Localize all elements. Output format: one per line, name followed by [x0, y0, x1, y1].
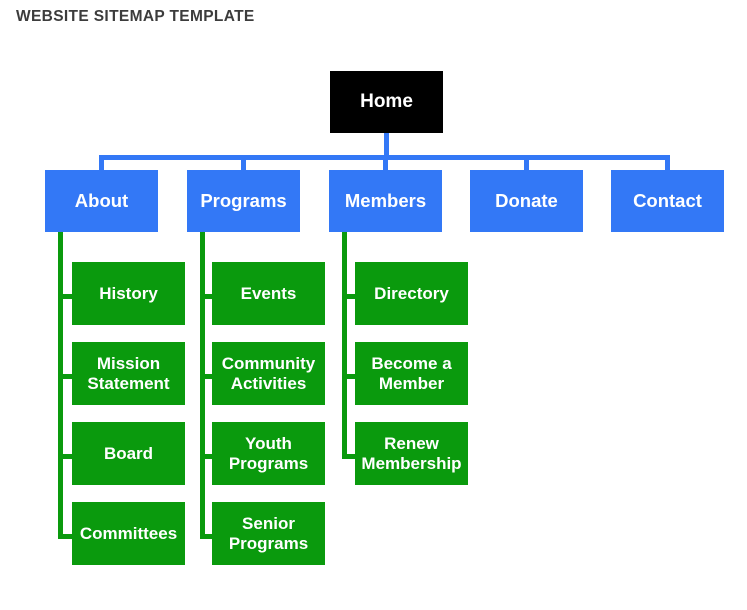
connector-drop-about — [99, 155, 104, 170]
sitemap-node-label: Mission Statement — [87, 354, 170, 393]
connector-spine-programs — [200, 232, 205, 539]
connector-stub-senior-programs — [200, 534, 212, 539]
connector-drop-programs — [241, 155, 246, 170]
sitemap-node-label: Programs — [200, 189, 287, 211]
connector-stub-committees — [58, 534, 72, 539]
sitemap-node-become-a-member[interactable]: Become a Member — [355, 342, 468, 405]
sitemap-node-label: Events — [240, 283, 297, 303]
connector-stub-events — [200, 294, 212, 299]
connector-stub-community-activities — [200, 374, 212, 379]
sitemap-node-label: Senior Programs — [228, 514, 309, 553]
sitemap-node-label: Youth Programs — [228, 434, 309, 473]
sitemap-node-about[interactable]: About — [45, 170, 158, 232]
sitemap-node-contact[interactable]: Contact — [611, 170, 724, 232]
sitemap-node-label: Directory — [374, 283, 449, 303]
connector-stub-board — [58, 454, 72, 459]
sitemap-node-label: About — [74, 189, 129, 211]
sitemap-node-community-activities[interactable]: Community Activities — [212, 342, 325, 405]
sitemap-node-label: Community Activities — [221, 354, 316, 393]
sitemap-node-label: Renew Membership — [361, 434, 462, 473]
sitemap-node-board[interactable]: Board — [72, 422, 185, 485]
sitemap-node-label: Contact — [633, 189, 702, 211]
sitemap-node-home[interactable]: Home — [330, 71, 443, 133]
connector-stub-mission-statement — [58, 374, 72, 379]
sitemap-node-label: Board — [103, 443, 154, 463]
sitemap-node-youth-programs[interactable]: Youth Programs — [212, 422, 325, 485]
sitemap-node-committees[interactable]: Committees — [72, 502, 185, 565]
sitemap-node-history[interactable]: History — [72, 262, 185, 325]
sitemap-node-programs[interactable]: Programs — [187, 170, 300, 232]
connector-stub-directory — [342, 294, 355, 299]
connector-spine-about — [58, 232, 63, 539]
sitemap-node-label: History — [99, 283, 158, 303]
sitemap-node-label: Members — [344, 189, 427, 211]
connector-stub-become-a-member — [342, 374, 355, 379]
connector-drop-contact — [665, 155, 670, 170]
sitemap-node-members[interactable]: Members — [329, 170, 442, 232]
connector-stub-history — [58, 294, 72, 299]
sitemap-node-label: Become a Member — [371, 354, 452, 393]
sitemap-node-renew-membership[interactable]: Renew Membership — [355, 422, 468, 485]
connector-drop-donate — [524, 155, 529, 170]
sitemap-canvas: WEBSITE SITEMAP TEMPLATE Home About Progra… — [0, 0, 747, 610]
sitemap-node-events[interactable]: Events — [212, 262, 325, 325]
sitemap-node-senior-programs[interactable]: Senior Programs — [212, 502, 325, 565]
sitemap-node-label: Home — [360, 91, 413, 113]
sitemap-node-label: Donate — [495, 189, 558, 211]
sitemap-diagram: Home About Programs Members Donate Contact His… — [0, 0, 747, 610]
connector-drop-members — [383, 155, 388, 170]
connector-stub-youth-programs — [200, 454, 212, 459]
sitemap-node-directory[interactable]: Directory — [355, 262, 468, 325]
connector-stub-renew-membership — [342, 454, 355, 459]
connector-spine-members — [342, 232, 347, 459]
sitemap-node-donate[interactable]: Donate — [470, 170, 583, 232]
sitemap-node-mission-statement[interactable]: Mission Statement — [72, 342, 185, 405]
sitemap-node-label: Committees — [79, 523, 178, 543]
